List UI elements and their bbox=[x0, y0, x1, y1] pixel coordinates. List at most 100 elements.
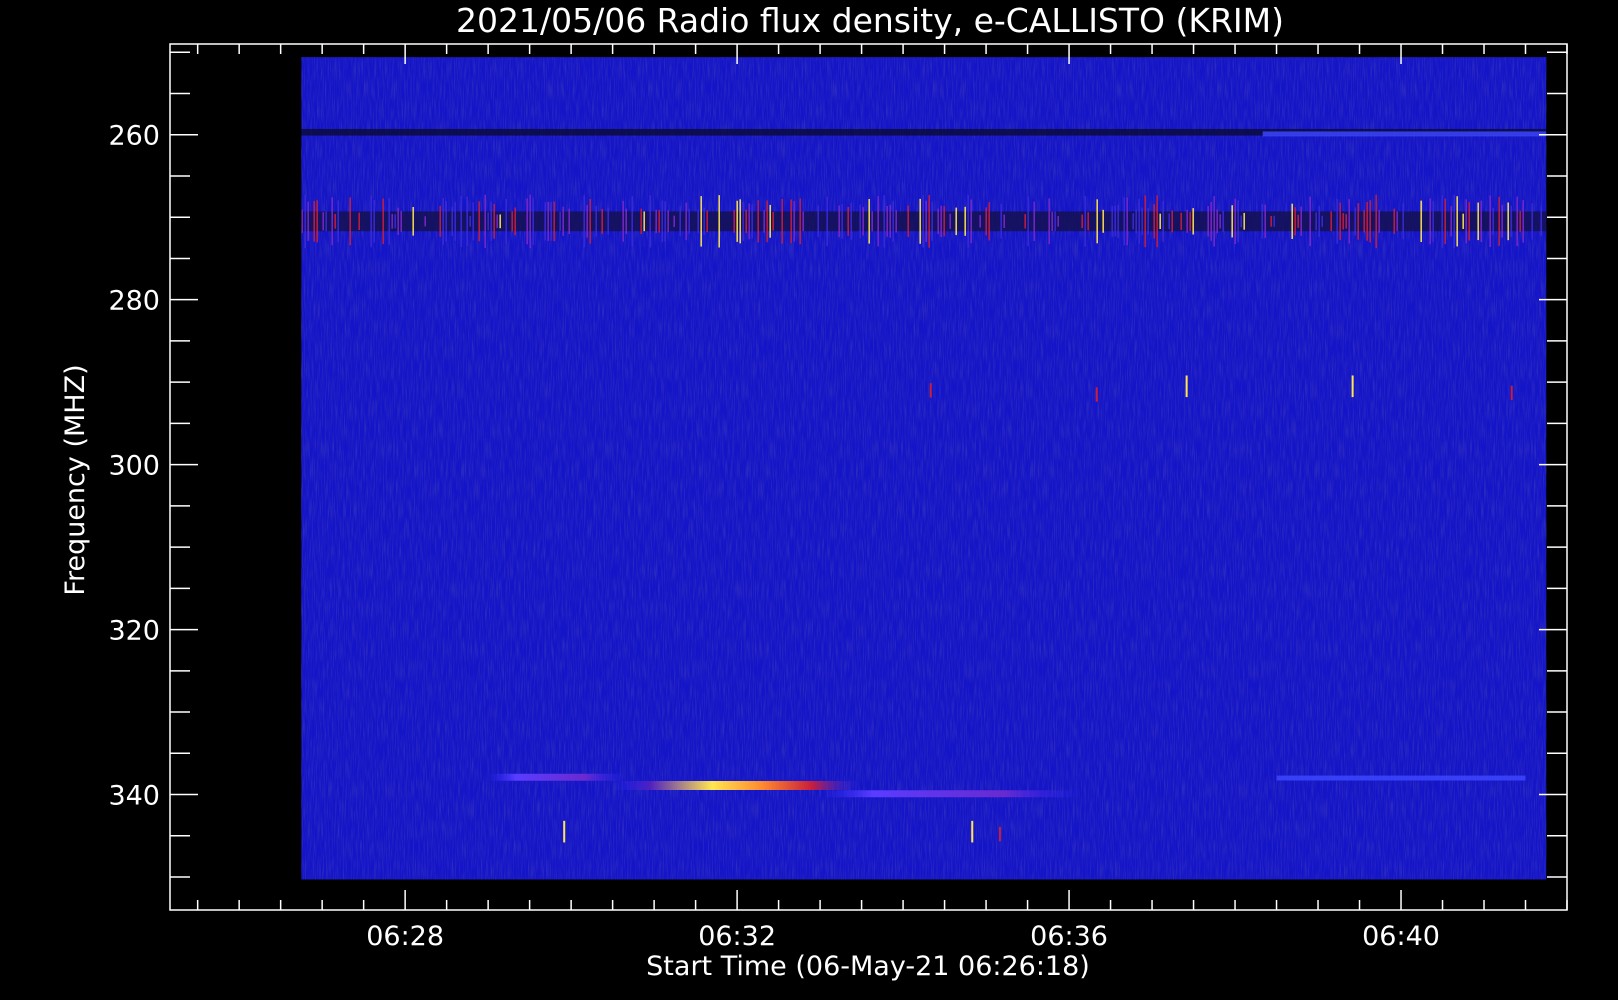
interference-stroke bbox=[304, 194, 307, 248]
interference-stroke bbox=[1000, 203, 1003, 239]
y-tick-label: 260 bbox=[108, 121, 160, 152]
interference-stroke bbox=[1219, 214, 1222, 229]
interference-stroke bbox=[325, 211, 328, 232]
interference-stroke bbox=[1297, 214, 1300, 228]
interference-stroke bbox=[1273, 215, 1276, 227]
interference-stroke bbox=[703, 207, 706, 236]
interference-stroke bbox=[511, 211, 514, 232]
interference-stroke bbox=[1096, 199, 1099, 244]
interference-stroke bbox=[400, 210, 403, 232]
interference-stroke bbox=[550, 202, 553, 241]
interference-stroke bbox=[391, 213, 394, 229]
interference-stroke bbox=[607, 207, 610, 235]
interference-stroke bbox=[532, 197, 535, 245]
interference-stroke bbox=[1300, 206, 1303, 237]
interference-stroke bbox=[496, 214, 499, 229]
interference-stroke bbox=[1507, 202, 1510, 241]
interference-stroke bbox=[1102, 209, 1105, 233]
interference-stroke bbox=[1342, 213, 1345, 230]
interference-stroke bbox=[442, 197, 445, 245]
interference-stroke bbox=[1243, 212, 1246, 230]
interference-stroke bbox=[1264, 204, 1267, 238]
interference-stroke bbox=[1420, 200, 1423, 243]
interference-stroke bbox=[700, 196, 703, 247]
spectrogram-chart: 2021/05/06 Radio flux density, e-CALLIST… bbox=[0, 0, 1618, 1000]
x-tick-label: 06:28 bbox=[366, 921, 444, 952]
interference-stroke bbox=[514, 207, 517, 236]
interference-stroke bbox=[1222, 210, 1225, 232]
interference-stroke bbox=[529, 194, 532, 248]
interference-stroke bbox=[940, 205, 943, 238]
interference-stroke bbox=[817, 205, 820, 238]
interference-stroke bbox=[388, 197, 391, 245]
interference-stroke bbox=[643, 211, 646, 232]
interference-stroke bbox=[1216, 209, 1219, 234]
spectrogram-noise bbox=[301, 57, 1547, 880]
interference-stroke bbox=[772, 211, 775, 231]
interference-stroke bbox=[1081, 214, 1084, 229]
interference-stroke bbox=[559, 211, 562, 231]
x-tick-label: 06:40 bbox=[1362, 921, 1440, 952]
interference-stroke bbox=[313, 200, 316, 242]
interference-stroke bbox=[667, 210, 670, 233]
band-2 bbox=[1262, 131, 1547, 137]
interference-stroke bbox=[568, 208, 571, 235]
interference-stroke bbox=[1291, 203, 1294, 239]
interference-stroke bbox=[1378, 209, 1381, 233]
interference-stroke bbox=[979, 215, 982, 228]
interference-stroke bbox=[1462, 213, 1465, 229]
interference-stroke bbox=[307, 201, 310, 241]
y-tick-label: 320 bbox=[108, 616, 160, 647]
band-6 bbox=[1276, 775, 1526, 781]
interference-stroke bbox=[1366, 201, 1369, 241]
interference-stroke bbox=[943, 206, 946, 237]
spike-11 bbox=[1510, 385, 1513, 401]
interference-stroke bbox=[967, 195, 970, 248]
interference-stroke bbox=[955, 207, 958, 236]
interference-stroke bbox=[1363, 210, 1366, 233]
interference-stroke bbox=[1321, 215, 1324, 227]
interference-stroke bbox=[847, 206, 850, 236]
interference-stroke bbox=[1465, 199, 1468, 244]
interference-stroke bbox=[685, 202, 688, 240]
interference-stroke bbox=[859, 204, 862, 239]
interference-stroke bbox=[370, 195, 373, 248]
interference-stroke bbox=[688, 208, 691, 234]
interference-stroke bbox=[493, 203, 496, 239]
heatmap-layer bbox=[301, 57, 1547, 880]
interference-stroke bbox=[640, 208, 643, 235]
x-tick-label: 06:32 bbox=[698, 921, 776, 952]
interference-stroke bbox=[907, 205, 910, 238]
interference-stroke bbox=[889, 204, 892, 238]
interference-stroke bbox=[1468, 202, 1471, 241]
interference-stroke bbox=[1270, 215, 1273, 227]
interference-stroke bbox=[331, 197, 334, 246]
interference-stroke bbox=[358, 212, 361, 231]
interference-stroke bbox=[1516, 196, 1519, 247]
burst-5 bbox=[820, 790, 1083, 798]
y-axis-label: Frequency (MHZ) bbox=[60, 364, 91, 595]
interference-stroke bbox=[1354, 207, 1357, 236]
interference-stroke bbox=[751, 204, 754, 239]
interference-stroke bbox=[394, 214, 397, 229]
interference-stroke bbox=[337, 200, 340, 243]
interference-stroke bbox=[1171, 210, 1174, 233]
spike-7 bbox=[929, 383, 932, 398]
interference-stroke bbox=[499, 214, 502, 229]
interference-stroke bbox=[445, 201, 448, 242]
interference-stroke bbox=[1192, 208, 1195, 235]
interference-stroke bbox=[595, 205, 598, 237]
interference-stroke bbox=[1498, 196, 1501, 246]
interference-stroke bbox=[793, 201, 796, 242]
interference-stroke bbox=[1048, 198, 1051, 245]
interference-stroke bbox=[631, 196, 634, 247]
interference-stroke bbox=[649, 195, 652, 248]
interference-stroke bbox=[1357, 203, 1360, 240]
interference-stroke bbox=[397, 207, 400, 235]
interference-stroke bbox=[1393, 208, 1396, 234]
interference-stroke bbox=[739, 199, 742, 244]
interference-stroke bbox=[697, 209, 700, 234]
interference-stroke bbox=[1396, 211, 1399, 232]
spike-13 bbox=[971, 820, 974, 843]
burst-4 bbox=[612, 780, 862, 790]
